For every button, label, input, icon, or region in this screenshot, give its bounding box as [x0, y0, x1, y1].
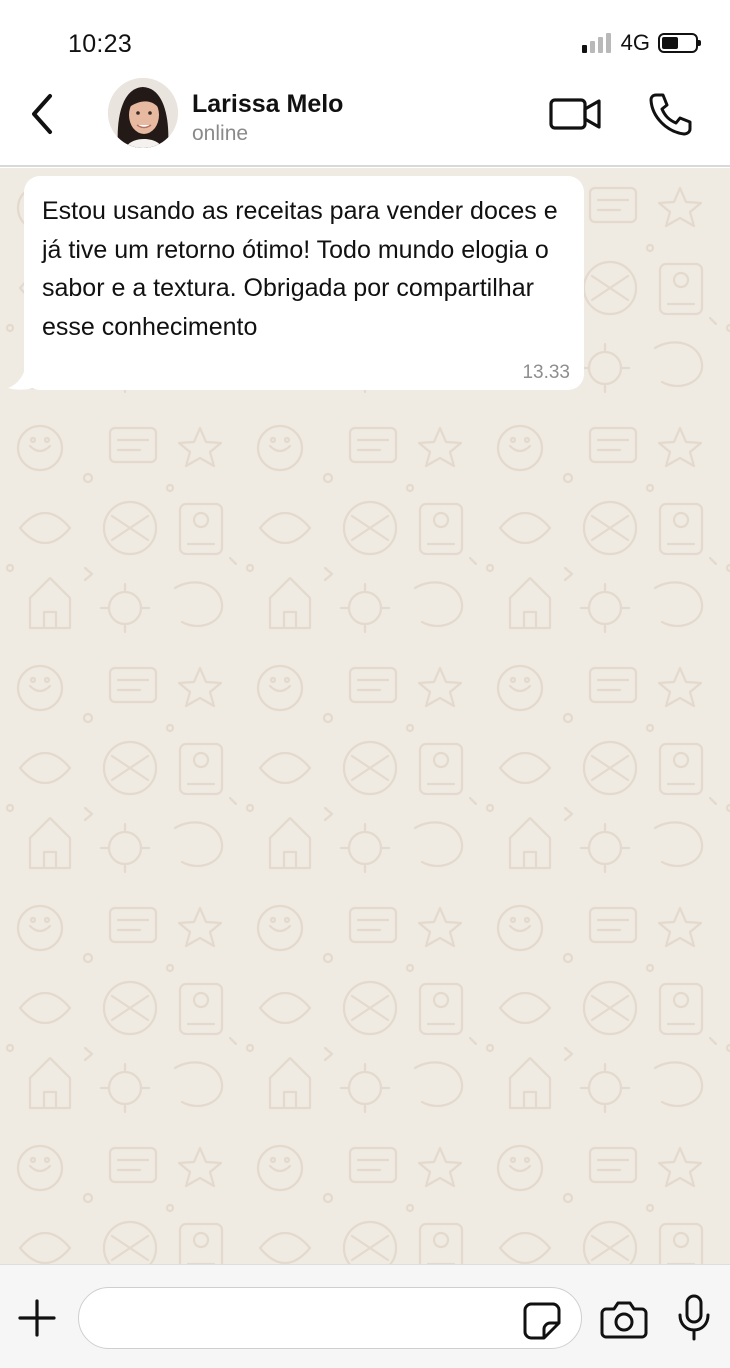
avatar[interactable]	[108, 78, 178, 148]
status-time: 10:23	[68, 30, 133, 58]
message-input[interactable]	[78, 1287, 582, 1349]
back-button[interactable]	[20, 90, 68, 138]
sticker-button[interactable]	[522, 1301, 562, 1341]
chevron-left-icon	[32, 94, 52, 134]
sticker-icon	[523, 1302, 561, 1340]
video-call-button[interactable]	[548, 92, 604, 136]
plus-icon	[18, 1299, 56, 1337]
phone-icon	[649, 93, 692, 136]
message-time: 13.33	[522, 362, 570, 383]
message-text: Estou usando as receitas para vender doc…	[42, 197, 558, 341]
video-camera-icon	[549, 98, 601, 130]
network-type: 4G	[620, 30, 650, 55]
signal-strength-icon	[581, 33, 611, 53]
status-indicators: 4G	[581, 30, 701, 56]
chat-area[interactable]: Estou usando as receitas para vender doc…	[0, 168, 730, 1264]
attach-button[interactable]	[16, 1297, 58, 1339]
voice-call-button[interactable]	[646, 90, 694, 138]
battery-icon	[658, 33, 701, 53]
input-bar	[0, 1264, 730, 1368]
contact-name[interactable]: Larissa Melo	[192, 90, 343, 119]
status-bar: 10:23 4G	[0, 0, 730, 72]
voice-message-button[interactable]	[674, 1293, 714, 1343]
chat-header: Larissa Melo online	[0, 72, 730, 167]
camera-icon	[600, 1301, 648, 1339]
message-bubble[interactable]: Estou usando as receitas para vender doc…	[24, 176, 584, 390]
microphone-icon	[678, 1294, 710, 1341]
battery-fill	[662, 37, 678, 49]
contact-status: online	[192, 122, 249, 145]
camera-button[interactable]	[600, 1297, 648, 1341]
